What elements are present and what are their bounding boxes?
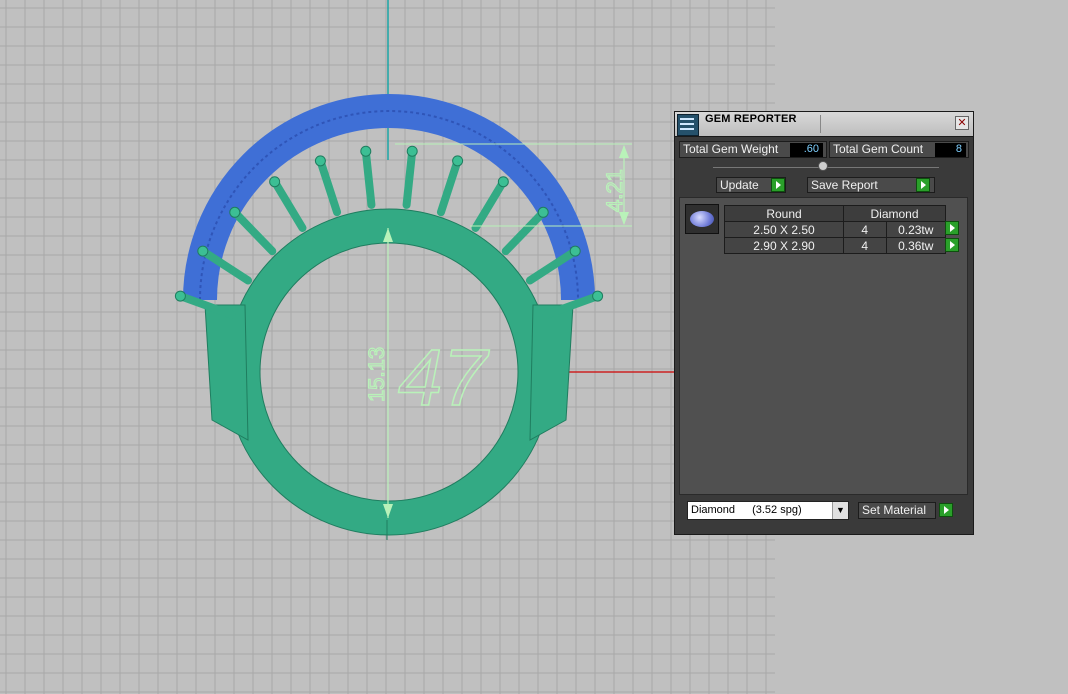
prong: [402, 147, 417, 209]
row-size: 2.50 X 2.50: [724, 221, 844, 238]
ring-size-engraving: 47: [398, 333, 489, 422]
dimension-text-vertical: 15.13: [364, 347, 389, 402]
gem-oval-icon: [690, 211, 714, 227]
save-report-label: Save Report: [811, 178, 878, 192]
gem-table-header: Round Diamond: [724, 205, 946, 222]
slider-handle[interactable]: [818, 161, 828, 171]
material-spg: (3.52 spg): [752, 504, 802, 516]
gem-list[interactable]: Round Diamond 2.50 X 2.50 4 0.23tw 2.90 …: [679, 197, 968, 495]
prong-tip: [269, 176, 281, 188]
chevron-down-icon[interactable]: ▼: [832, 502, 848, 519]
row-count: 4: [843, 221, 887, 238]
prong-tip: [537, 206, 549, 218]
material-name: Diamond: [691, 504, 736, 516]
row-weight: 0.36tw: [885, 237, 946, 254]
total-gem-count-label-text: Total Gem Count: [833, 142, 924, 156]
prong-tip: [197, 245, 209, 257]
gem-reporter-icon: [677, 114, 699, 136]
prong: [361, 147, 376, 209]
header-material: Diamond: [843, 205, 946, 222]
set-material-go-icon[interactable]: [939, 503, 953, 517]
row-1-go-icon[interactable]: [945, 221, 959, 235]
table-row[interactable]: 2.50 X 2.50 4 0.23tw: [724, 221, 946, 238]
title-divider: [820, 115, 821, 133]
update-button-label: Update: [720, 178, 759, 192]
close-icon[interactable]: ✕: [955, 116, 969, 130]
prong-tip: [452, 155, 464, 167]
prong-tip: [174, 290, 186, 302]
gem-table: Round Diamond 2.50 X 2.50 4 0.23tw 2.90 …: [724, 205, 946, 254]
dimension-text-top: 4.21: [602, 169, 627, 212]
total-gem-weight-label-text: Total Gem Weight: [683, 142, 779, 156]
row-count: 4: [843, 237, 887, 254]
set-material-label: Set Material: [862, 503, 927, 517]
panel-title: GEM REPORTER: [705, 113, 797, 125]
prong-tip: [229, 206, 241, 218]
prong-tip: [569, 245, 581, 257]
save-report-go-icon[interactable]: [916, 178, 930, 192]
panel-titlebar[interactable]: GEM REPORTER ✕: [675, 112, 973, 137]
total-gem-weight-value: .60: [790, 143, 823, 157]
row-2-go-icon[interactable]: [945, 238, 959, 252]
table-row[interactable]: 2.90 X 2.90 4 0.36tw: [724, 237, 946, 254]
update-go-icon[interactable]: [771, 178, 785, 192]
row-size: 2.90 X 2.90: [724, 237, 844, 254]
gem-reporter-panel: GEM REPORTER ✕ Total Gem Weight .60 Tota…: [674, 111, 974, 535]
prong-tip: [406, 145, 418, 157]
round-gem-thumbnail-icon[interactable]: [685, 204, 719, 234]
material-select[interactable]: Diamond (3.52 spg) ▼: [687, 501, 849, 520]
prong-tip: [360, 145, 372, 157]
prong-tip: [592, 290, 604, 302]
total-gem-count-value: 8: [935, 143, 966, 157]
row-weight: 0.23tw: [885, 221, 946, 238]
prong-tip: [497, 176, 509, 188]
prong-tip: [314, 155, 326, 167]
set-material-button[interactable]: Set Material: [858, 502, 936, 519]
header-shape: Round: [724, 205, 844, 222]
